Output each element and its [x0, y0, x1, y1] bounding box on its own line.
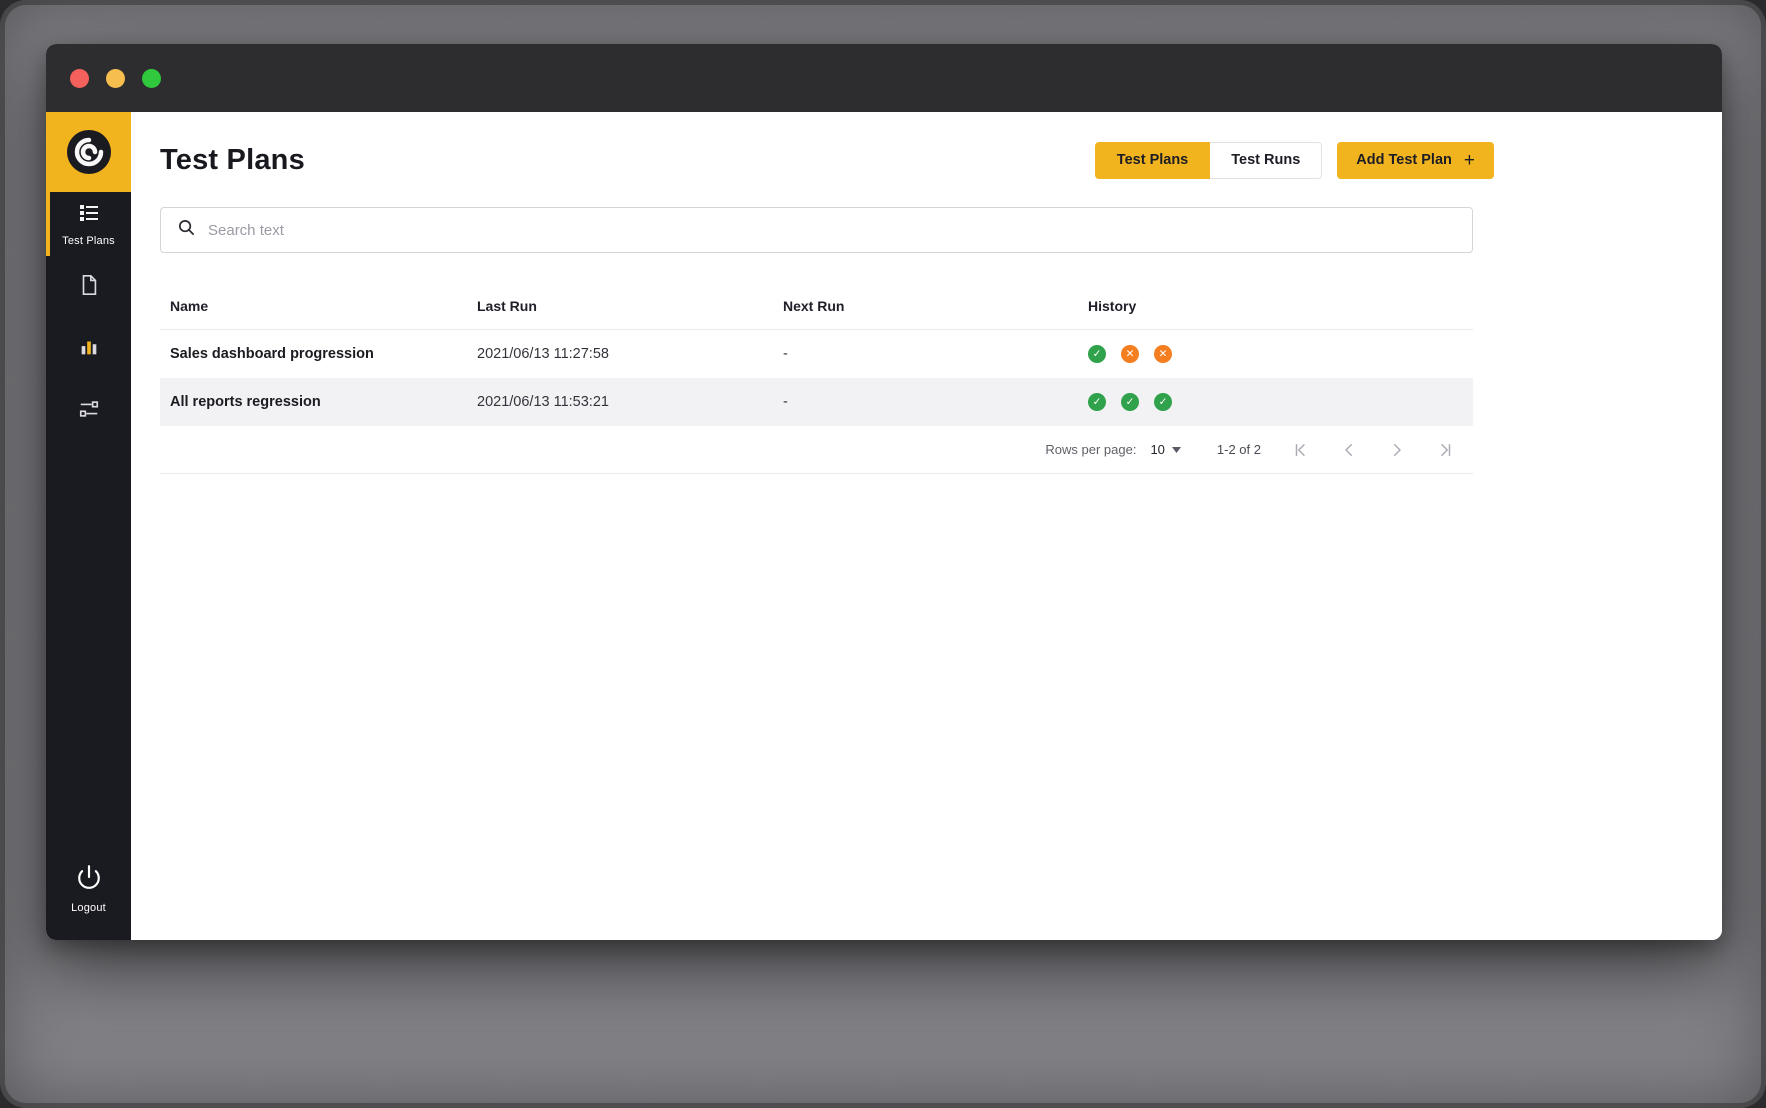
plan-history: ✓ ✕ ✕ — [1078, 345, 1473, 363]
logout-label: Logout — [71, 902, 106, 914]
rows-per-page-label: Rows per page: — [1045, 442, 1137, 457]
previous-page-button[interactable] — [1337, 438, 1361, 462]
page-header: Test Plans Test Plans Test Runs Add Test… — [160, 141, 1494, 179]
sidebar-item-workflows[interactable] — [46, 380, 131, 442]
minimize-window-button[interactable] — [106, 68, 125, 88]
first-page-icon — [1295, 443, 1305, 456]
table-row[interactable]: All reports regression 2021/06/13 11:53:… — [160, 378, 1473, 426]
add-test-plan-button[interactable]: Add Test Plan + — [1337, 141, 1494, 179]
last-page-button[interactable] — [1433, 438, 1457, 462]
chevron-down-icon — [1171, 446, 1181, 453]
plan-name: Sales dashboard progression — [170, 346, 374, 362]
chevron-left-icon — [1345, 443, 1352, 456]
plan-next-run: - — [783, 346, 788, 362]
column-header-name: Name — [170, 297, 209, 314]
plan-next-run: - — [783, 394, 788, 410]
view-toggle: Test Plans Test Runs — [1094, 141, 1323, 179]
pass-icon: ✓ — [1088, 393, 1106, 411]
pager-controls — [1289, 438, 1457, 462]
plan-last-run: 2021/06/13 11:53:21 — [477, 394, 609, 410]
tab-test-runs[interactable]: Test Runs — [1210, 141, 1323, 179]
brand-logo-icon — [66, 130, 111, 174]
page-title: Test Plans — [160, 143, 305, 176]
plan-history: ✓ ✓ ✓ — [1078, 393, 1473, 411]
plan-name: All reports regression — [170, 394, 321, 410]
sidebar-item-reports[interactable] — [46, 318, 131, 380]
app-logo — [46, 112, 131, 192]
logout-button[interactable]: Logout — [46, 864, 131, 914]
search-bar — [160, 207, 1473, 253]
search-input[interactable] — [208, 221, 1456, 239]
desktop-background: Test Plans Logout Test Plans Test Plans … — [0, 0, 1766, 1108]
main-content: Test Plans Test Plans Test Runs Add Test… — [131, 112, 1722, 940]
sidebar-item-test-plans[interactable]: Test Plans — [46, 192, 131, 256]
last-page-icon — [1441, 443, 1451, 456]
column-header-next-run: Next Run — [783, 297, 845, 314]
plus-icon: + — [1463, 149, 1475, 171]
plan-last-run: 2021/06/13 11:27:58 — [477, 346, 609, 362]
test-plans-table: Name Last Run Next Run History Sales das… — [160, 282, 1473, 474]
pass-icon: ✓ — [1154, 393, 1172, 411]
chevron-right-icon — [1394, 443, 1401, 456]
close-window-button[interactable] — [70, 68, 89, 88]
sidebar: Test Plans Logout — [46, 112, 131, 940]
bar-chart-icon — [78, 336, 100, 363]
add-test-plan-label: Add Test Plan — [1356, 152, 1452, 168]
window-titlebar — [46, 44, 1722, 112]
workflow-icon — [78, 398, 100, 425]
table-header-row: Name Last Run Next Run History — [160, 282, 1473, 330]
fail-icon: ✕ — [1121, 345, 1139, 363]
next-page-button[interactable] — [1385, 438, 1409, 462]
app-window: Test Plans Logout Test Plans Test Plans … — [46, 44, 1722, 940]
rows-per-page-select[interactable]: 10 — [1150, 442, 1181, 457]
pass-icon: ✓ — [1121, 393, 1139, 411]
pagination-bar: Rows per page: 10 1-2 of 2 — [160, 426, 1473, 474]
zoom-window-button[interactable] — [142, 68, 161, 88]
header-actions: Test Plans Test Runs Add Test Plan + — [1094, 141, 1494, 179]
pagination-range: 1-2 of 2 — [1216, 442, 1261, 457]
window-body: Test Plans Logout Test Plans Test Plans … — [46, 112, 1722, 940]
column-header-history: History — [1088, 297, 1137, 314]
table-row[interactable]: Sales dashboard progression 2021/06/13 1… — [160, 330, 1473, 378]
pass-icon: ✓ — [1088, 345, 1106, 363]
tab-test-plans[interactable]: Test Plans — [1094, 141, 1211, 179]
power-icon — [76, 864, 102, 895]
rows-per-page-value: 10 — [1150, 442, 1165, 457]
test-plans-icon — [77, 201, 101, 230]
document-icon — [78, 274, 100, 301]
column-header-last-run: Last Run — [477, 297, 537, 314]
sidebar-item-label: Test Plans — [62, 235, 115, 247]
sidebar-item-documents[interactable] — [46, 256, 131, 318]
fail-icon: ✕ — [1154, 345, 1172, 363]
first-page-button[interactable] — [1289, 438, 1313, 462]
search-icon — [177, 218, 196, 242]
